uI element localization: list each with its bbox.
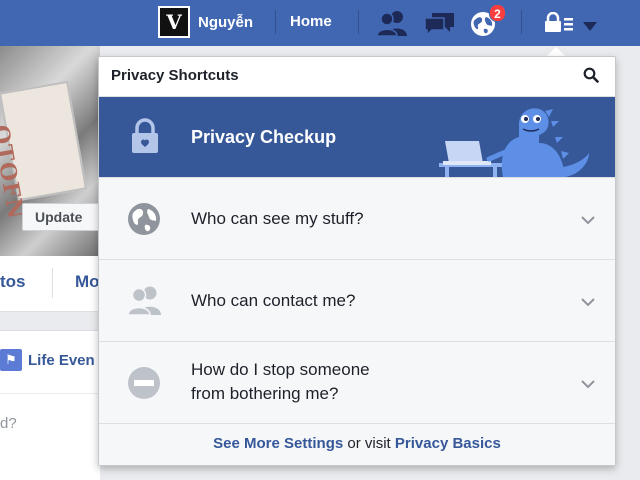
post-composer: ⚑ Life Even d? xyxy=(0,330,100,480)
messages-icon[interactable] xyxy=(424,11,456,42)
privacy-lock-icon[interactable] xyxy=(545,11,573,37)
menu-caret-icon[interactable] xyxy=(583,18,597,36)
panel-title: Privacy Shortcuts xyxy=(111,67,239,84)
profile-name[interactable]: Nguyễn xyxy=(198,14,253,31)
profile-link[interactable]: V Nguyễn xyxy=(158,6,253,38)
avatar-initial: V xyxy=(166,10,182,34)
tabs-divider xyxy=(52,268,53,298)
flag-icon: ⚑ xyxy=(0,349,22,371)
nav-divider xyxy=(275,10,276,34)
avatar[interactable]: V xyxy=(158,6,190,38)
privacy-checkup-banner[interactable]: Privacy Checkup xyxy=(99,97,615,177)
life-event-label: Life Even xyxy=(28,351,95,369)
privacy-item-label-line1: How do I stop someone xyxy=(191,360,370,379)
composer-divider xyxy=(0,393,100,394)
privacy-item-label: Who can contact me? xyxy=(191,291,356,310)
privacy-item-stop-bothering[interactable]: How do I stop someone from bothering me? xyxy=(99,341,615,423)
block-icon xyxy=(127,366,161,405)
privacy-basics-link[interactable]: Privacy Basics xyxy=(395,435,501,452)
nav-divider xyxy=(358,10,359,34)
privacy-item-contact-me[interactable]: Who can contact me? xyxy=(99,259,615,341)
panel-header: Privacy Shortcuts xyxy=(99,57,615,97)
privacy-item-see-my-stuff[interactable]: Who can see my stuff? xyxy=(99,177,615,259)
panel-footer: See More Settings or visit Privacy Basic… xyxy=(99,423,615,465)
chevron-down-icon[interactable] xyxy=(581,212,595,230)
friends-icon[interactable] xyxy=(376,10,409,41)
tab-photos[interactable]: tos xyxy=(0,272,26,292)
chevron-down-icon[interactable] xyxy=(581,294,595,312)
footer-or-visit-text: or visit xyxy=(343,435,395,452)
chevron-down-icon[interactable] xyxy=(581,376,595,394)
profile-tabs: tos Mo xyxy=(0,256,100,312)
people-icon xyxy=(127,285,163,320)
dinosaur-mascot-icon xyxy=(439,97,615,177)
lock-icon xyxy=(131,118,159,159)
composer-prompt[interactable]: d? xyxy=(0,415,17,432)
notification-badge: 2 xyxy=(489,4,506,22)
privacy-item-label: Who can see my stuff? xyxy=(191,209,364,228)
nav-divider xyxy=(521,10,522,34)
cover-photo-object: OTOFN xyxy=(0,80,88,222)
home-link[interactable]: Home xyxy=(290,13,332,30)
see-more-settings-link[interactable]: See More Settings xyxy=(213,435,343,452)
privacy-checkup-label: Privacy Checkup xyxy=(191,127,337,147)
globe-icon xyxy=(127,202,161,241)
tab-more[interactable]: Mo xyxy=(75,272,100,292)
privacy-item-label-line2: from bothering me? xyxy=(191,384,339,403)
update-info-button[interactable]: Update xyxy=(22,203,102,231)
search-icon[interactable] xyxy=(583,67,599,88)
top-navigation-bar: V Nguyễn Home 2 xyxy=(0,0,640,46)
life-event-button[interactable]: ⚑ Life Even xyxy=(0,349,95,371)
privacy-shortcuts-panel: Privacy Shortcuts Privacy Checkup Who ca… xyxy=(98,56,616,466)
privacy-item-label: How do I stop someone from bothering me? xyxy=(191,358,370,406)
